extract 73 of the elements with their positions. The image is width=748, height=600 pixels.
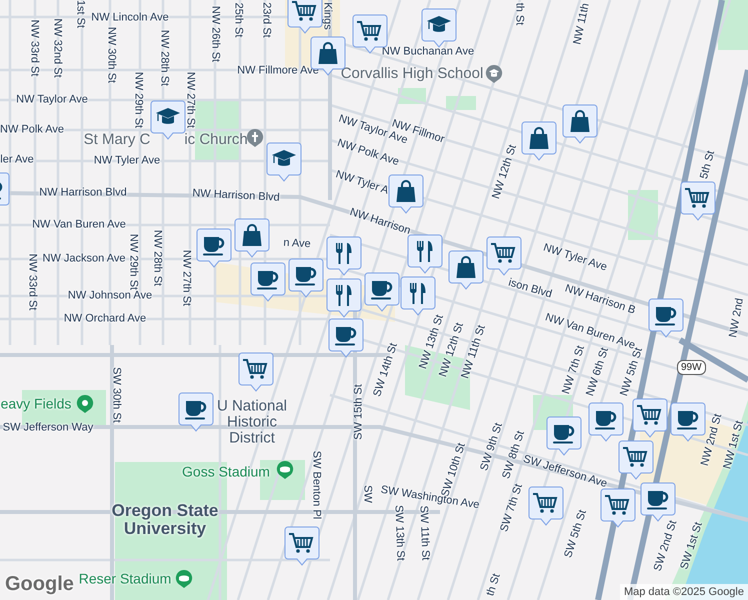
place-label: ic Church [184,132,248,148]
street-label: NW 28th St [158,30,170,86]
street-label: Kings [322,2,332,30]
place-label: St Mary C [84,132,150,148]
campus-label: Oregon State University [112,502,218,538]
stadium-pin-icon[interactable] [276,460,294,480]
street-label: SW 11th St [418,505,430,561]
street-label: SW 7th St [499,482,525,534]
district-label: U National Historic District [216,398,288,446]
park-label: eavy Fields [0,396,72,412]
map-attribution: Map data ©2025 Google [620,584,748,600]
street-label: NW Harrison Blvd [192,188,280,204]
school-pin-icon[interactable] [485,64,503,84]
street-label: NW 2nd [728,297,746,339]
street-label: NW 29th St [132,72,144,128]
street-label: SW 15th St [354,384,364,440]
street-label: NW 12th St [491,144,519,200]
street-label: NW 27th St [184,72,196,128]
street-label: NW Harrison Blvd [39,188,127,198]
street-label: NW Buchanan Ave [382,46,474,58]
street-label: NW 27th St [180,250,192,306]
street-label: NW Taylor Ave [16,94,88,106]
street-label: NW Polk Ave [0,124,64,136]
street-label: NW 7th St [561,344,587,396]
street-label: 1st St [74,0,86,28]
graduation-cap-marker[interactable] [421,8,457,48]
park-pin-icon[interactable] [76,394,94,414]
street-label: 25th St [232,2,244,38]
street-label: NW 11th [572,2,592,46]
street-label: n Ave [283,238,311,250]
street-label: SW 1st St [679,521,705,571]
park-area [446,96,476,110]
place-label: Corvallis High School [340,66,484,82]
street-label: SW 2nd St [652,519,680,573]
street-label: NW 26th St [210,6,220,62]
street-label: NW 32nd St [52,18,62,78]
street-label: SW 13th St [392,505,406,561]
stadium-label: Goss Stadium [182,464,270,480]
street-label: NW 33rd St [26,254,38,310]
route-shield: 99W [677,360,706,375]
stadium-label: Reser Stadium [78,572,172,586]
street-label: NW Tyler Ave [94,156,160,166]
street-label: SW [362,485,372,503]
street-label: NW Johnson Ave [68,290,152,302]
street-label: SW Jefferson Way [2,422,94,434]
street-label: ison Blvd [507,278,553,300]
street-label: 23rd St [260,2,272,38]
street-label: SW 5th St [563,508,589,560]
street-label: NW Orchard Ave [64,314,146,324]
street-label: NW Van Buren Ave [32,220,126,230]
street-label: NW 28th St [152,230,162,286]
street-label: NW Tyler Ave [542,242,608,274]
street-label: NW 30th St [106,26,116,84]
street-label: SW 30th St [110,367,122,423]
map-logo: Google [5,573,74,596]
church-pin-icon[interactable] [246,128,264,148]
street-label: NW Lincoln Ave [91,12,169,24]
coffee-cup-marker[interactable] [640,482,676,522]
street-label: NW Tyler A [334,169,390,197]
street-label: SW 14th St [372,342,400,398]
street-label: NW 6th St [585,346,611,398]
street-label: SW Benton Pl [310,450,322,520]
street-label: th St [485,572,503,598]
street-label: NW 29th St [128,234,138,290]
street-label: NW 33rd St [28,20,40,76]
street-label: th St [514,2,524,26]
street-label: NW Jackson Ave [42,254,126,264]
street-label: NW 2nd St [700,412,724,468]
street-label: 5th St [698,150,718,180]
street-label: ler Ave [0,154,34,166]
street-label: NW 1st St [722,420,746,470]
graduation-cap-marker[interactable] [150,100,186,140]
stadium-pin-icon[interactable] [175,569,193,589]
